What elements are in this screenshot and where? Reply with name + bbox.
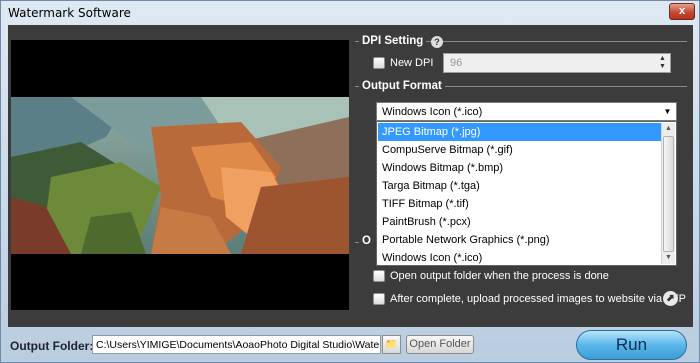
dropdown-scrollbar[interactable]: ▲ ▼	[661, 123, 675, 264]
format-dropdown-list: JPEG Bitmap (*.jpg) CompuServe Bitmap (*…	[376, 121, 677, 266]
format-group-title: Output Format	[359, 80, 445, 92]
app-window: Watermark Software x DPI Setting ? New D…	[0, 0, 700, 363]
format-option-ico[interactable]: Windows Icon (*.ico)	[378, 249, 661, 267]
close-button[interactable]: x	[669, 3, 695, 20]
format-option-bmp[interactable]: Windows Bitmap (*.bmp)	[378, 159, 661, 177]
chevron-down-icon[interactable]: ▼	[661, 104, 674, 119]
format-option-png[interactable]: Portable Network Graphics (*.png)	[378, 231, 661, 249]
dpi-group-title: DPI Setting	[359, 35, 427, 47]
upload-ftp-checkbox[interactable]	[373, 293, 385, 305]
upload-icon[interactable]: ⬈	[663, 291, 678, 306]
scroll-down-icon[interactable]: ▼	[662, 252, 675, 264]
spin-up-icon: ▲	[659, 55, 666, 62]
output-folder-path-input[interactable]: C:\Users\YIMIGE\Documents\AoaoPhoto Digi…	[92, 335, 381, 354]
upload-ftp-label: After complete, upload processed images …	[390, 293, 686, 305]
close-icon: x	[678, 5, 686, 17]
bottom-bar: Output Folder: C:\Users\YIMIGE\Documents…	[1, 327, 699, 363]
dpi-input[interactable]: 96 ▲ ▼	[443, 53, 671, 73]
image-preview	[11, 40, 349, 310]
selected-format: Windows Icon (*.ico)	[382, 106, 483, 118]
browse-folder-button[interactable]: 📁	[382, 335, 401, 354]
scroll-up-icon[interactable]: ▲	[662, 123, 675, 135]
new-dpi-checkbox[interactable]	[373, 57, 385, 69]
options-group-title: O	[359, 235, 374, 247]
format-option-gif[interactable]: CompuServe Bitmap (*.gif)	[378, 141, 661, 159]
open-folder-button[interactable]: Open Folder	[406, 335, 474, 354]
output-folder-label: Output Folder:	[10, 339, 94, 353]
new-dpi-label: New DPI	[390, 57, 434, 69]
dpi-spinner[interactable]: ▲ ▼	[656, 55, 669, 71]
format-option-pcx[interactable]: PaintBrush (*.pcx)	[378, 213, 661, 231]
format-option-tif[interactable]: TIFF Bitmap (*.tif)	[378, 195, 661, 213]
scrollbar-thumb[interactable]	[663, 136, 674, 252]
preview-photo	[11, 97, 349, 254]
title-bar: Watermark Software x	[1, 1, 699, 25]
format-option-tga[interactable]: Targa Bitmap (*.tga)	[378, 177, 661, 195]
dpi-value: 96	[450, 57, 463, 69]
output-format-select[interactable]: Windows Icon (*.ico) ▼	[376, 102, 677, 121]
folder-icon: 📁	[385, 339, 398, 350]
main-area: DPI Setting ? New DPI 96 ▲ ▼ Output Forma…	[8, 25, 693, 327]
open-folder-checkbox[interactable]	[373, 270, 385, 282]
spin-down-icon: ▼	[659, 63, 666, 70]
format-option-jpg[interactable]: JPEG Bitmap (*.jpg)	[378, 123, 661, 141]
run-button[interactable]: Run	[576, 330, 687, 360]
help-icon[interactable]: ?	[431, 36, 443, 48]
window-title: Watermark Software	[8, 6, 131, 20]
open-folder-label: Open output folder when the process is d…	[390, 270, 609, 282]
